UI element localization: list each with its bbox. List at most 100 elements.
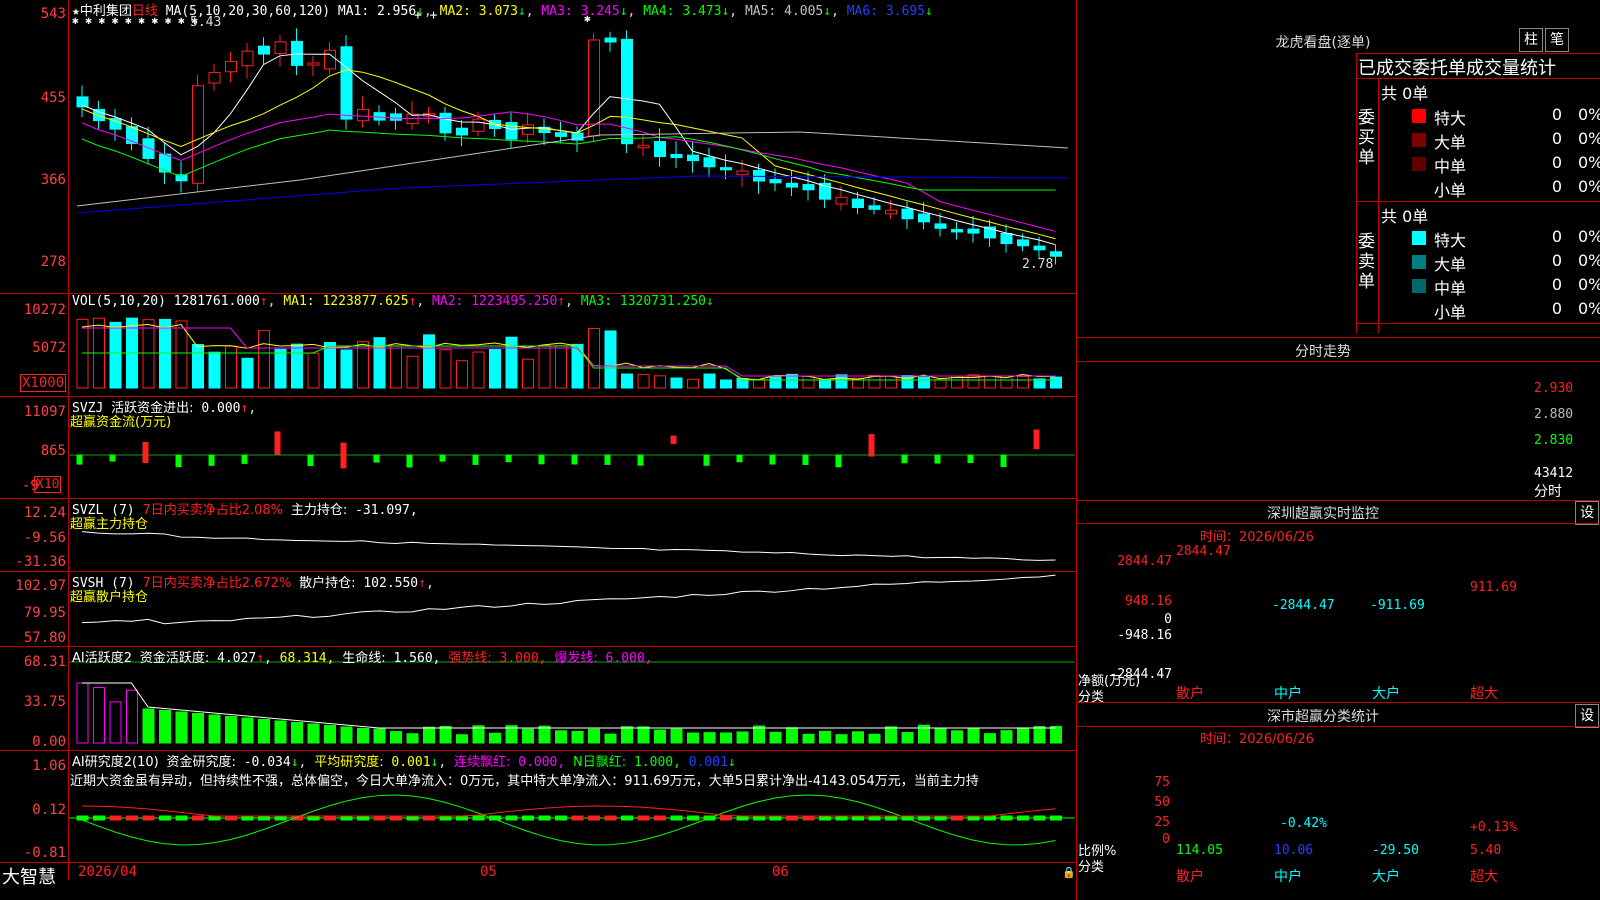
- kline-candle: [472, 118, 485, 132]
- svzj-bar: [703, 454, 710, 466]
- classify-axis-label: 0: [1162, 832, 1170, 847]
- classify-category: 超大: [1470, 869, 1498, 885]
- volume-bar: [670, 377, 683, 389]
- ai2-axis-label: 1.06: [32, 758, 66, 774]
- ai2-bar: [109, 815, 122, 821]
- kline-candle: [274, 41, 287, 54]
- ai1-axis-label: 68.31: [23, 654, 66, 670]
- svzj-value: 0.000: [201, 401, 241, 416]
- kline-candle: [670, 154, 683, 159]
- bar-mode-button[interactable]: 柱: [1519, 28, 1543, 52]
- svzj-bar: [241, 454, 248, 464]
- ma1-value: 2.956: [377, 4, 417, 19]
- ai1-bar: [753, 725, 765, 744]
- date-axis-start: 2026/04: [78, 864, 138, 880]
- svzj-bar: [802, 454, 809, 465]
- ai1-bar: [786, 727, 798, 744]
- classify-axis-label: 25: [1154, 815, 1170, 830]
- ai1-bar: [142, 708, 155, 744]
- kline-candle: [951, 229, 963, 233]
- classify-value: 10.06: [1274, 843, 1314, 858]
- sz-bar-label: -911.69: [1370, 598, 1425, 613]
- volume-bar: [274, 348, 287, 389]
- kline-candle: [1033, 245, 1046, 251]
- sz-bar-label: 2844.47: [1176, 544, 1231, 559]
- svzj-bar: [934, 454, 941, 464]
- kline-candle: [769, 179, 782, 184]
- sz-bar-label: 911.69: [1470, 580, 1517, 595]
- ma5-value: 4.005: [784, 4, 824, 19]
- ai2-commentary: 近期大资金虽有异动，但持续性不强，总体偏空，今日大单净流入：0万元，其中特大单净…: [70, 774, 979, 789]
- svzj-bar: [571, 454, 578, 465]
- classify-pct-label: +0.13%: [1470, 820, 1517, 835]
- ai2-bar: [852, 815, 864, 821]
- volume-bar: [802, 375, 815, 389]
- ai2-bar: [192, 815, 204, 821]
- sz-monitor-settings-button[interactable]: 设: [1575, 501, 1599, 525]
- svzj-bar: [967, 454, 974, 463]
- ai1-bar: [406, 733, 419, 744]
- ai1-bar: [852, 731, 864, 744]
- ai2-bar: [769, 815, 782, 821]
- classify-category: 散户: [1176, 869, 1204, 885]
- tick-mode-button[interactable]: 笔: [1545, 28, 1569, 52]
- volume-bar: [307, 352, 320, 389]
- volume-bar: [373, 337, 386, 389]
- kline-candle: [1000, 232, 1013, 245]
- sz-axis-label: 948.16: [1125, 594, 1172, 609]
- svzl-ratio: 7日内买卖净占比2.08%: [142, 503, 284, 518]
- ai1-bar: [126, 689, 138, 744]
- ai2-bar: [868, 815, 881, 821]
- ai1-bar: [241, 717, 254, 744]
- main-divider: [1076, 0, 1077, 900]
- svzj-bar: [868, 434, 875, 457]
- volume-bar: [324, 342, 336, 389]
- kline-candle: [753, 169, 765, 182]
- ai2-bar: [274, 815, 287, 821]
- ai1-bar: [307, 723, 320, 744]
- lock-icon[interactable]: 🔒: [1062, 866, 1076, 879]
- ai2-bar: [225, 815, 237, 821]
- volume-bar: [390, 345, 402, 389]
- sell-row-s: 小单00%: [1434, 299, 1600, 322]
- ai1-bar: [720, 732, 732, 744]
- kline-candle: [555, 132, 567, 137]
- intraday-tab[interactable]: 分时: [1534, 481, 1562, 501]
- ai1-bar: [357, 728, 369, 744]
- volume-bar: [819, 379, 831, 389]
- volume-bar: [1050, 376, 1062, 389]
- sell-row-m: 中单00%: [1410, 274, 1600, 298]
- ai2-bar: [456, 815, 468, 821]
- ai1-bar: [885, 726, 897, 744]
- ai2-axis-label: 0.12: [32, 802, 66, 818]
- ai1-bar: [555, 730, 567, 744]
- classify-axis-label: 75: [1154, 775, 1170, 790]
- longhu-title: 龙虎看盘(逐单): [1275, 35, 1371, 51]
- ai2-bar: [93, 815, 105, 821]
- ma6-value: 3.695: [885, 4, 925, 19]
- volume-bar: [703, 373, 716, 389]
- ma6-line: [76, 175, 1069, 214]
- ai2-value: -0.034: [243, 755, 291, 770]
- volume-bar: [654, 375, 666, 389]
- kline-candle: [802, 184, 815, 191]
- ai1-bar: [538, 725, 551, 744]
- signal-star: ✱: [584, 12, 591, 25]
- stats-tab[interactable]: 已成交委托单成交量统计: [1358, 54, 1598, 80]
- ma4-value: 3.473: [682, 4, 722, 19]
- kline-candle: [208, 72, 221, 84]
- ai2-bar: [373, 815, 386, 821]
- ai1-bar: [637, 726, 650, 744]
- kline-candle: [934, 223, 947, 229]
- ai1-bar: [439, 725, 452, 744]
- buy-row-l: 大单00%: [1410, 128, 1600, 152]
- ai1-bar: [1050, 725, 1062, 744]
- svzj-axis-label: 11097: [23, 404, 66, 420]
- svzj-bar: [340, 442, 347, 469]
- sz-axis-label: 0: [1164, 612, 1172, 627]
- kline-candle: [786, 182, 798, 188]
- volume-bar: [489, 349, 501, 389]
- ai2-bar: [637, 815, 650, 821]
- classify-settings-button[interactable]: 设: [1575, 704, 1599, 728]
- ai2-bar: [1033, 815, 1046, 821]
